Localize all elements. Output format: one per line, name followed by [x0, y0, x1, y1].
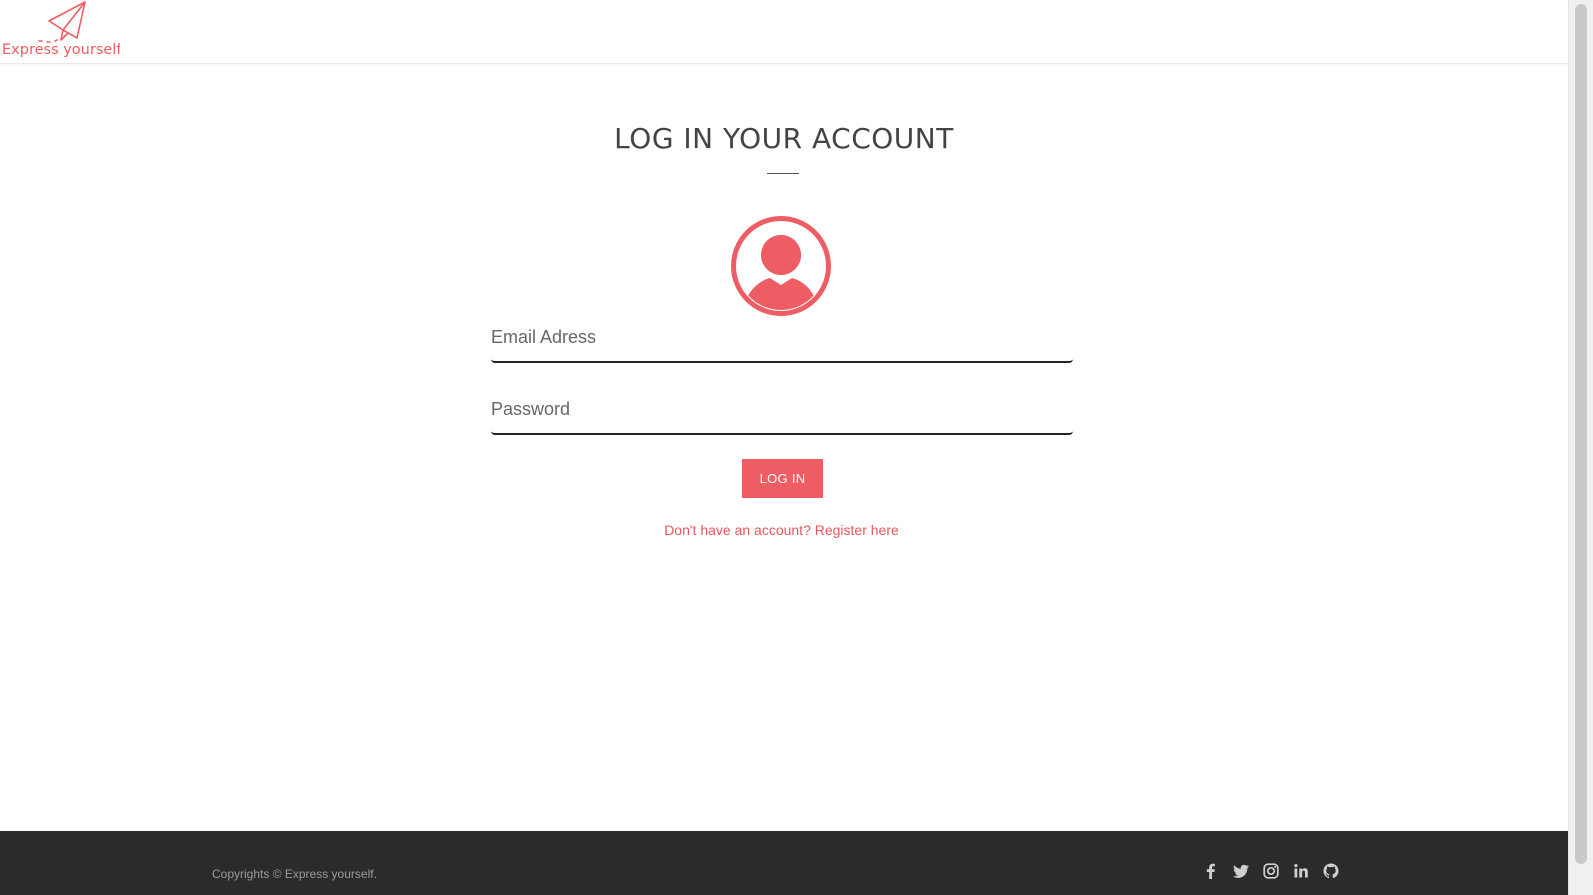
logo-text: Express yourself [2, 42, 120, 58]
register-link[interactable]: Don't have an account? Register here [0, 522, 1563, 538]
brand-logo[interactable]: Express yourself [2, 0, 120, 60]
instagram-icon[interactable] [1262, 862, 1280, 880]
title-divider [767, 173, 799, 174]
social-links [1202, 862, 1340, 880]
password-field-wrapper [491, 391, 1073, 435]
github-icon[interactable] [1322, 862, 1340, 880]
paper-plane-icon: Express yourself [2, 1, 120, 58]
user-circle-icon [731, 216, 831, 316]
scrollbar-thumb[interactable] [1575, 4, 1587, 864]
email-field-wrapper [491, 319, 1073, 363]
twitter-icon[interactable] [1232, 862, 1250, 880]
page-scrollbar[interactable] [1568, 0, 1593, 895]
linkedin-icon[interactable] [1292, 862, 1310, 880]
email-input[interactable] [491, 319, 1073, 363]
site-footer: Copyrights © Express yourself. [0, 831, 1568, 895]
site-header: Express yourself [0, 0, 1568, 64]
login-button[interactable]: LOG IN [742, 459, 823, 498]
password-input[interactable] [491, 391, 1073, 435]
page-title: LOG IN YOUR ACCOUNT [614, 122, 954, 155]
copyright-text: Copyrights © Express yourself. [212, 867, 377, 881]
facebook-icon[interactable] [1202, 862, 1220, 880]
